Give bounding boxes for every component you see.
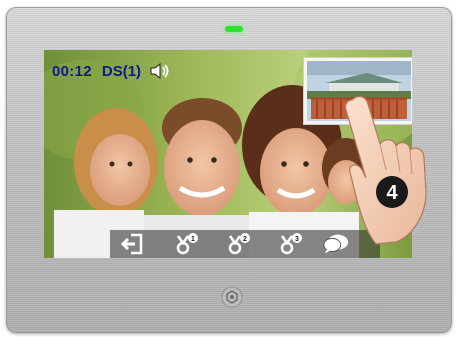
power-led [225, 26, 243, 32]
step-number: 4 [386, 182, 398, 204]
svg-text:1: 1 [191, 236, 195, 243]
call-status-bar: 00:12 DS(1) [52, 62, 171, 80]
unlock-3-button[interactable]: 3 [276, 230, 304, 258]
door-station-label: DS(1) [101, 62, 142, 80]
unlock-3-icon: 3 [280, 233, 302, 255]
unlock-1-button[interactable]: 1 [172, 230, 200, 258]
exit-icon [120, 233, 143, 255]
unlock-1-icon: 1 [176, 233, 198, 255]
unlock-2-button[interactable]: 2 [224, 230, 252, 258]
speaker-icon[interactable] [149, 62, 171, 80]
exit-button[interactable] [118, 230, 146, 258]
unlock-2-icon: 2 [228, 233, 250, 255]
call-timer: 00:12 [52, 62, 92, 80]
svg-text:3: 3 [295, 236, 299, 243]
svg-text:2: 2 [243, 236, 247, 243]
pointing-hand-illustration: 4 [344, 95, 427, 245]
home-button[interactable] [221, 286, 243, 308]
